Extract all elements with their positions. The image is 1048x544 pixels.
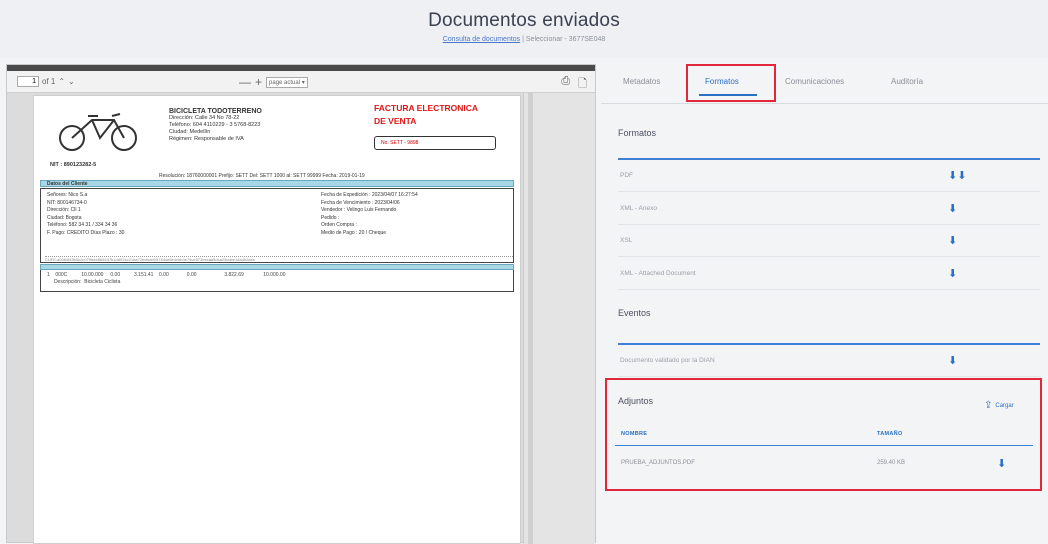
bicycle-logo-icon bbox=[59, 113, 137, 151]
page-header: Documentos enviados Consulta de document… bbox=[0, 0, 1048, 58]
client-right: Fecha de Expedición : 2023/04/07 16:27:5… bbox=[321, 192, 418, 237]
table-row: 1 000C 10.00.000 0.00 3.151.41 0.00 0.00… bbox=[47, 272, 286, 278]
download-icon[interactable]: ⬇ bbox=[948, 267, 957, 280]
company-info: BICICLETA TODOTERRENO Dirección: Calle 3… bbox=[169, 108, 319, 143]
download-icon[interactable]: ⬇ bbox=[997, 457, 1006, 470]
column-header-size: TAMAÑO bbox=[877, 431, 903, 437]
adjuntos-title: Adjuntos bbox=[618, 396, 654, 406]
eventos-title: Eventos bbox=[618, 308, 651, 318]
client-section: Señores: Nico S.a NIT: 800146734-0 Direc… bbox=[40, 188, 514, 263]
list-item-xml-anexo: XML - Anexo ⬇ bbox=[618, 195, 1040, 225]
formatos-divider bbox=[618, 158, 1040, 160]
client-field: Medio de Pago : 20 / Cheque bbox=[321, 229, 387, 236]
invoice-title: FACTURA ELECTRONICA DE VENTA bbox=[374, 102, 478, 128]
upload-button[interactable]: ⇪ Cargar bbox=[984, 400, 1014, 411]
upload-label: Cargar bbox=[995, 402, 1014, 409]
list-item-xml-attached: XML - Attached Document ⬇ bbox=[618, 260, 1040, 290]
client-section-header: Datos del Cliente bbox=[40, 180, 514, 187]
invoice-title-line1: FACTURA ELECTRONICA bbox=[374, 103, 479, 113]
highlight-formatos-tab bbox=[686, 64, 776, 102]
download-icon[interactable]: ⬇ bbox=[948, 202, 957, 215]
company-line: Ciudad: Medellín bbox=[169, 129, 211, 135]
client-field: NIT: 800146734-0 bbox=[47, 199, 87, 206]
tab-auditoria[interactable]: Auditoría bbox=[891, 77, 923, 86]
chevron-down-icon[interactable]: ⌄ bbox=[68, 77, 75, 86]
list-item-xsl: XSL ⬇ bbox=[618, 227, 1040, 257]
client-field: Vendedor : Velingo Luis Fernando bbox=[321, 207, 397, 213]
zoom-out-button[interactable]: — bbox=[239, 75, 251, 89]
invoice-page: BICICLETA TODOTERRENO Dirección: Calle 3… bbox=[33, 95, 521, 544]
zoom-select[interactable]: page actual ▾ bbox=[266, 76, 308, 88]
company-name: BICICLETA TODOTERRENO bbox=[169, 108, 262, 115]
column-header-name: NOMBRE bbox=[621, 431, 648, 437]
company-nit: NIT : 890123282-5 bbox=[50, 162, 97, 168]
client-field: Pedido : bbox=[321, 214, 340, 221]
print-icon[interactable]: ⎙ bbox=[561, 75, 570, 94]
invoice-title-line2: DE VENTA bbox=[374, 116, 417, 126]
format-label: PDF bbox=[620, 172, 633, 179]
tab-metadatos[interactable]: Metadatos bbox=[623, 77, 660, 86]
event-label: Documento validado por la DIAN bbox=[620, 357, 715, 364]
client-field: Ciudad: Bogota bbox=[47, 214, 82, 221]
upload-icon: ⇪ bbox=[984, 400, 993, 411]
attachment-size: 259.40 KB bbox=[877, 460, 906, 466]
pdf-viewer: of 1 ⌃ ⌄ — + page actual ▾ ⎙ 🗋 BICICLETA… bbox=[6, 64, 596, 544]
page-navigator: of 1 ⌃ ⌄ bbox=[17, 76, 75, 87]
page-title: Documentos enviados bbox=[428, 10, 620, 31]
company-line: Dirección: Calle 34 No 78-22 bbox=[169, 115, 240, 121]
client-field: Fecha de Vencimiento : 2023/04/06 bbox=[321, 199, 400, 206]
client-field: Orden Compra : bbox=[321, 222, 357, 228]
highlight-adjuntos bbox=[605, 378, 1042, 491]
document-details-panel: Metadatos Formatos Comunicaciones Audito… bbox=[601, 60, 1048, 543]
zoom-in-button[interactable]: + bbox=[255, 75, 262, 89]
format-label: XML - Anexo bbox=[620, 205, 657, 212]
breadcrumb-link-consulta[interactable]: Consulta de documentos bbox=[443, 36, 520, 43]
viewer-toolbar: of 1 ⌃ ⌄ — + page actual ▾ ⎙ 🗋 bbox=[7, 71, 595, 93]
breadcrumb: Consulta de documentos | Seleccionar - 3… bbox=[0, 36, 1048, 43]
zoom-controls: — + page actual ▾ bbox=[239, 75, 308, 89]
attachment-name: PRUEBA_ADJUNTOS.PDF bbox=[621, 460, 695, 466]
list-item-pdf: PDF ⬇⬇ bbox=[618, 162, 1040, 192]
company-line: Teléfono: 604 4110229 - 3 5768-8223 bbox=[169, 122, 261, 128]
scrollbar-track[interactable] bbox=[528, 93, 533, 544]
adjuntos-divider bbox=[615, 445, 1033, 446]
resolution-text: Resolución: 18760000001 Prefijo: SETT De… bbox=[159, 173, 365, 179]
chevron-up-icon[interactable]: ⌃ bbox=[58, 77, 65, 86]
table-row: Descripción: Bicicleta Ciclista bbox=[47, 279, 121, 285]
viewer-scrollbar[interactable] bbox=[523, 93, 595, 544]
page-count: of 1 bbox=[42, 77, 56, 86]
page-number-input[interactable] bbox=[17, 76, 39, 87]
format-label: XSL bbox=[620, 237, 633, 244]
items-table: 1 000C 10.00.000 0.00 3.151.41 0.00 0.00… bbox=[40, 270, 514, 292]
cufe-line: CUFE:a0084f45b5c2c079bee869447b1dd014c21… bbox=[45, 256, 513, 261]
invoice-number: No. SETT - 9898 bbox=[374, 136, 496, 150]
client-field: Teléfono: 582 34 31 / 334 34 36 bbox=[47, 222, 118, 228]
save-icon[interactable]: 🗋 bbox=[578, 75, 587, 94]
zoom-select-label: page actual bbox=[269, 79, 301, 86]
tab-comunicaciones[interactable]: Comunicaciones bbox=[785, 77, 844, 86]
download-multiple-icon[interactable]: ⬇⬇ bbox=[948, 169, 966, 182]
formatos-title: Formatos bbox=[618, 128, 657, 138]
tabs-bar: Metadatos Formatos Comunicaciones Audito… bbox=[601, 60, 1048, 104]
client-left: Señores: Nico S.a NIT: 800146734-0 Direc… bbox=[47, 192, 124, 237]
client-field: Señores: Nico S.a bbox=[47, 192, 88, 198]
viewer-tools: ⎙ 🗋 bbox=[561, 75, 587, 94]
list-item-event: Documento validado por la DIAN ⬇ bbox=[618, 347, 1040, 377]
breadcrumb-current: | Seleccionar - 3677SE048 bbox=[520, 36, 606, 43]
download-icon[interactable]: ⬇ bbox=[948, 234, 957, 247]
company-line: Régimen: Responsable de IVA bbox=[169, 136, 244, 142]
format-label: XML - Attached Document bbox=[620, 270, 696, 277]
client-field: Dirección: Cll 1 bbox=[47, 207, 81, 213]
client-field: Fecha de Expedición : 2023/04/07 16:27:5… bbox=[321, 192, 418, 198]
eventos-divider bbox=[618, 343, 1040, 345]
client-field: F. Pago: CREDITO Días Plazo : 30 bbox=[47, 229, 125, 236]
download-icon[interactable]: ⬇ bbox=[948, 354, 957, 367]
